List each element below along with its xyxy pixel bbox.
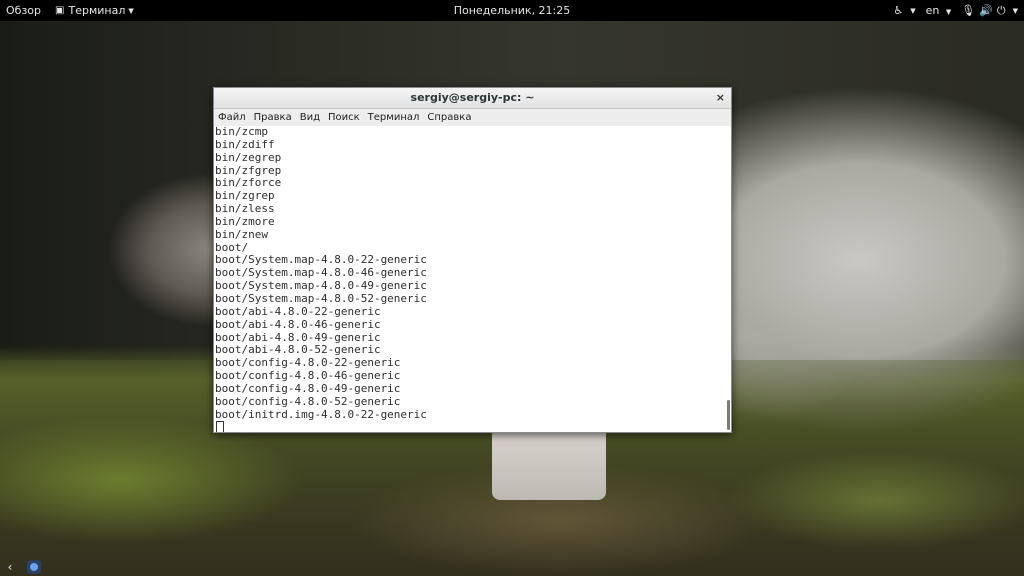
menu-terminal[interactable]: Терминал — [364, 109, 424, 126]
menu-view[interactable]: Вид — [296, 109, 324, 126]
terminal-line: boot/initrd.img-4.8.0-22-generic — [215, 407, 427, 421]
activities-button[interactable]: Обзор — [0, 0, 47, 21]
terminal-cursor — [216, 421, 224, 432]
terminal-line: bin/zgrep — [215, 189, 275, 203]
terminal-line: boot/config-4.8.0-46-generic — [215, 369, 401, 383]
scrollbar-thumb[interactable] — [727, 400, 730, 430]
language-label: en — [925, 4, 940, 17]
volume-icon[interactable]: 🔊 — [979, 4, 993, 17]
system-tray: ♿ ▼ en ▼ 🎙 🔊 ⏻ ▼ — [893, 0, 1018, 21]
terminal-line: bin/zdiff — [215, 137, 275, 151]
activities-label: Обзор — [6, 4, 42, 17]
chevron-down-icon: ▼ — [910, 6, 916, 15]
terminal-output[interactable]: bin/zcmp bin/zdiff bin/zegrep bin/zfgrep bin… — [214, 126, 731, 432]
bottom-panel: ‹ — [0, 558, 1024, 576]
terminal-text: bin/zcmp bin/zdiff bin/zegrep bin/zfgrep bin… — [214, 126, 731, 421]
window-menubar: Файл Правка Вид Поиск Терминал Справка — [214, 109, 731, 127]
terminal-line: boot/config-4.8.0-49-generic — [215, 381, 401, 395]
terminal-line: boot/abi-4.8.0-46-generic — [215, 317, 381, 331]
window-title: sergiy@sergiy-pc: ~ — [410, 91, 535, 104]
power-icon[interactable]: ⏻ — [997, 4, 1006, 18]
clock: Понедельник, 21:25 — [0, 0, 1024, 21]
terminal-window: sergiy@sergiy-pc: ~ × Файл Правка Вид По… — [213, 87, 732, 433]
top-panel: Обзор ▣ Терминал ▼ Понедельник, 21:25 ♿ … — [0, 0, 1024, 21]
app-menu-button[interactable]: ▣ Терминал ▼ — [49, 0, 140, 21]
close-icon: × — [715, 91, 725, 104]
menu-file[interactable]: Файл — [214, 109, 250, 126]
scrollbar[interactable] — [725, 128, 730, 430]
menu-help[interactable]: Справка — [423, 109, 475, 126]
terminal-app-icon: ▣ — [55, 5, 65, 16]
microphone-icon[interactable]: 🎙 — [961, 4, 975, 17]
terminal-line: bin/zmore — [215, 214, 275, 228]
accessibility-icon[interactable]: ♿ — [893, 4, 903, 17]
terminal-line: bin/zegrep — [215, 150, 282, 164]
chevron-down-icon: ▼ — [945, 8, 952, 16]
chromium-icon[interactable] — [27, 560, 41, 574]
terminal-line: boot/abi-4.8.0-22-generic — [215, 304, 381, 318]
terminal-line: bin/zfgrep — [215, 163, 282, 177]
terminal-line: bin/zcmp — [215, 126, 268, 138]
chevron-down-icon: ▼ — [1012, 6, 1018, 15]
window-titlebar[interactable]: sergiy@sergiy-pc: ~ × — [214, 88, 731, 109]
terminal-line: bin/zless — [215, 202, 275, 216]
terminal-line: boot/System.map-4.8.0-52-generic — [215, 291, 427, 305]
terminal-line: bin/zforce — [215, 176, 282, 190]
terminal-line: bin/znew — [215, 227, 268, 241]
close-button[interactable]: × — [716, 88, 725, 108]
chevron-down-icon: ▼ — [128, 6, 134, 15]
menu-edit[interactable]: Правка — [250, 109, 296, 126]
chevron-left-icon[interactable]: ‹ — [3, 560, 17, 574]
language-indicator[interactable]: en ▼ — [926, 4, 952, 17]
menu-search[interactable]: Поиск — [324, 109, 364, 126]
terminal-line: boot/config-4.8.0-52-generic — [215, 394, 401, 408]
app-menu-label: Терминал — [68, 4, 126, 17]
clock-label[interactable]: Понедельник, 21:25 — [454, 4, 571, 17]
